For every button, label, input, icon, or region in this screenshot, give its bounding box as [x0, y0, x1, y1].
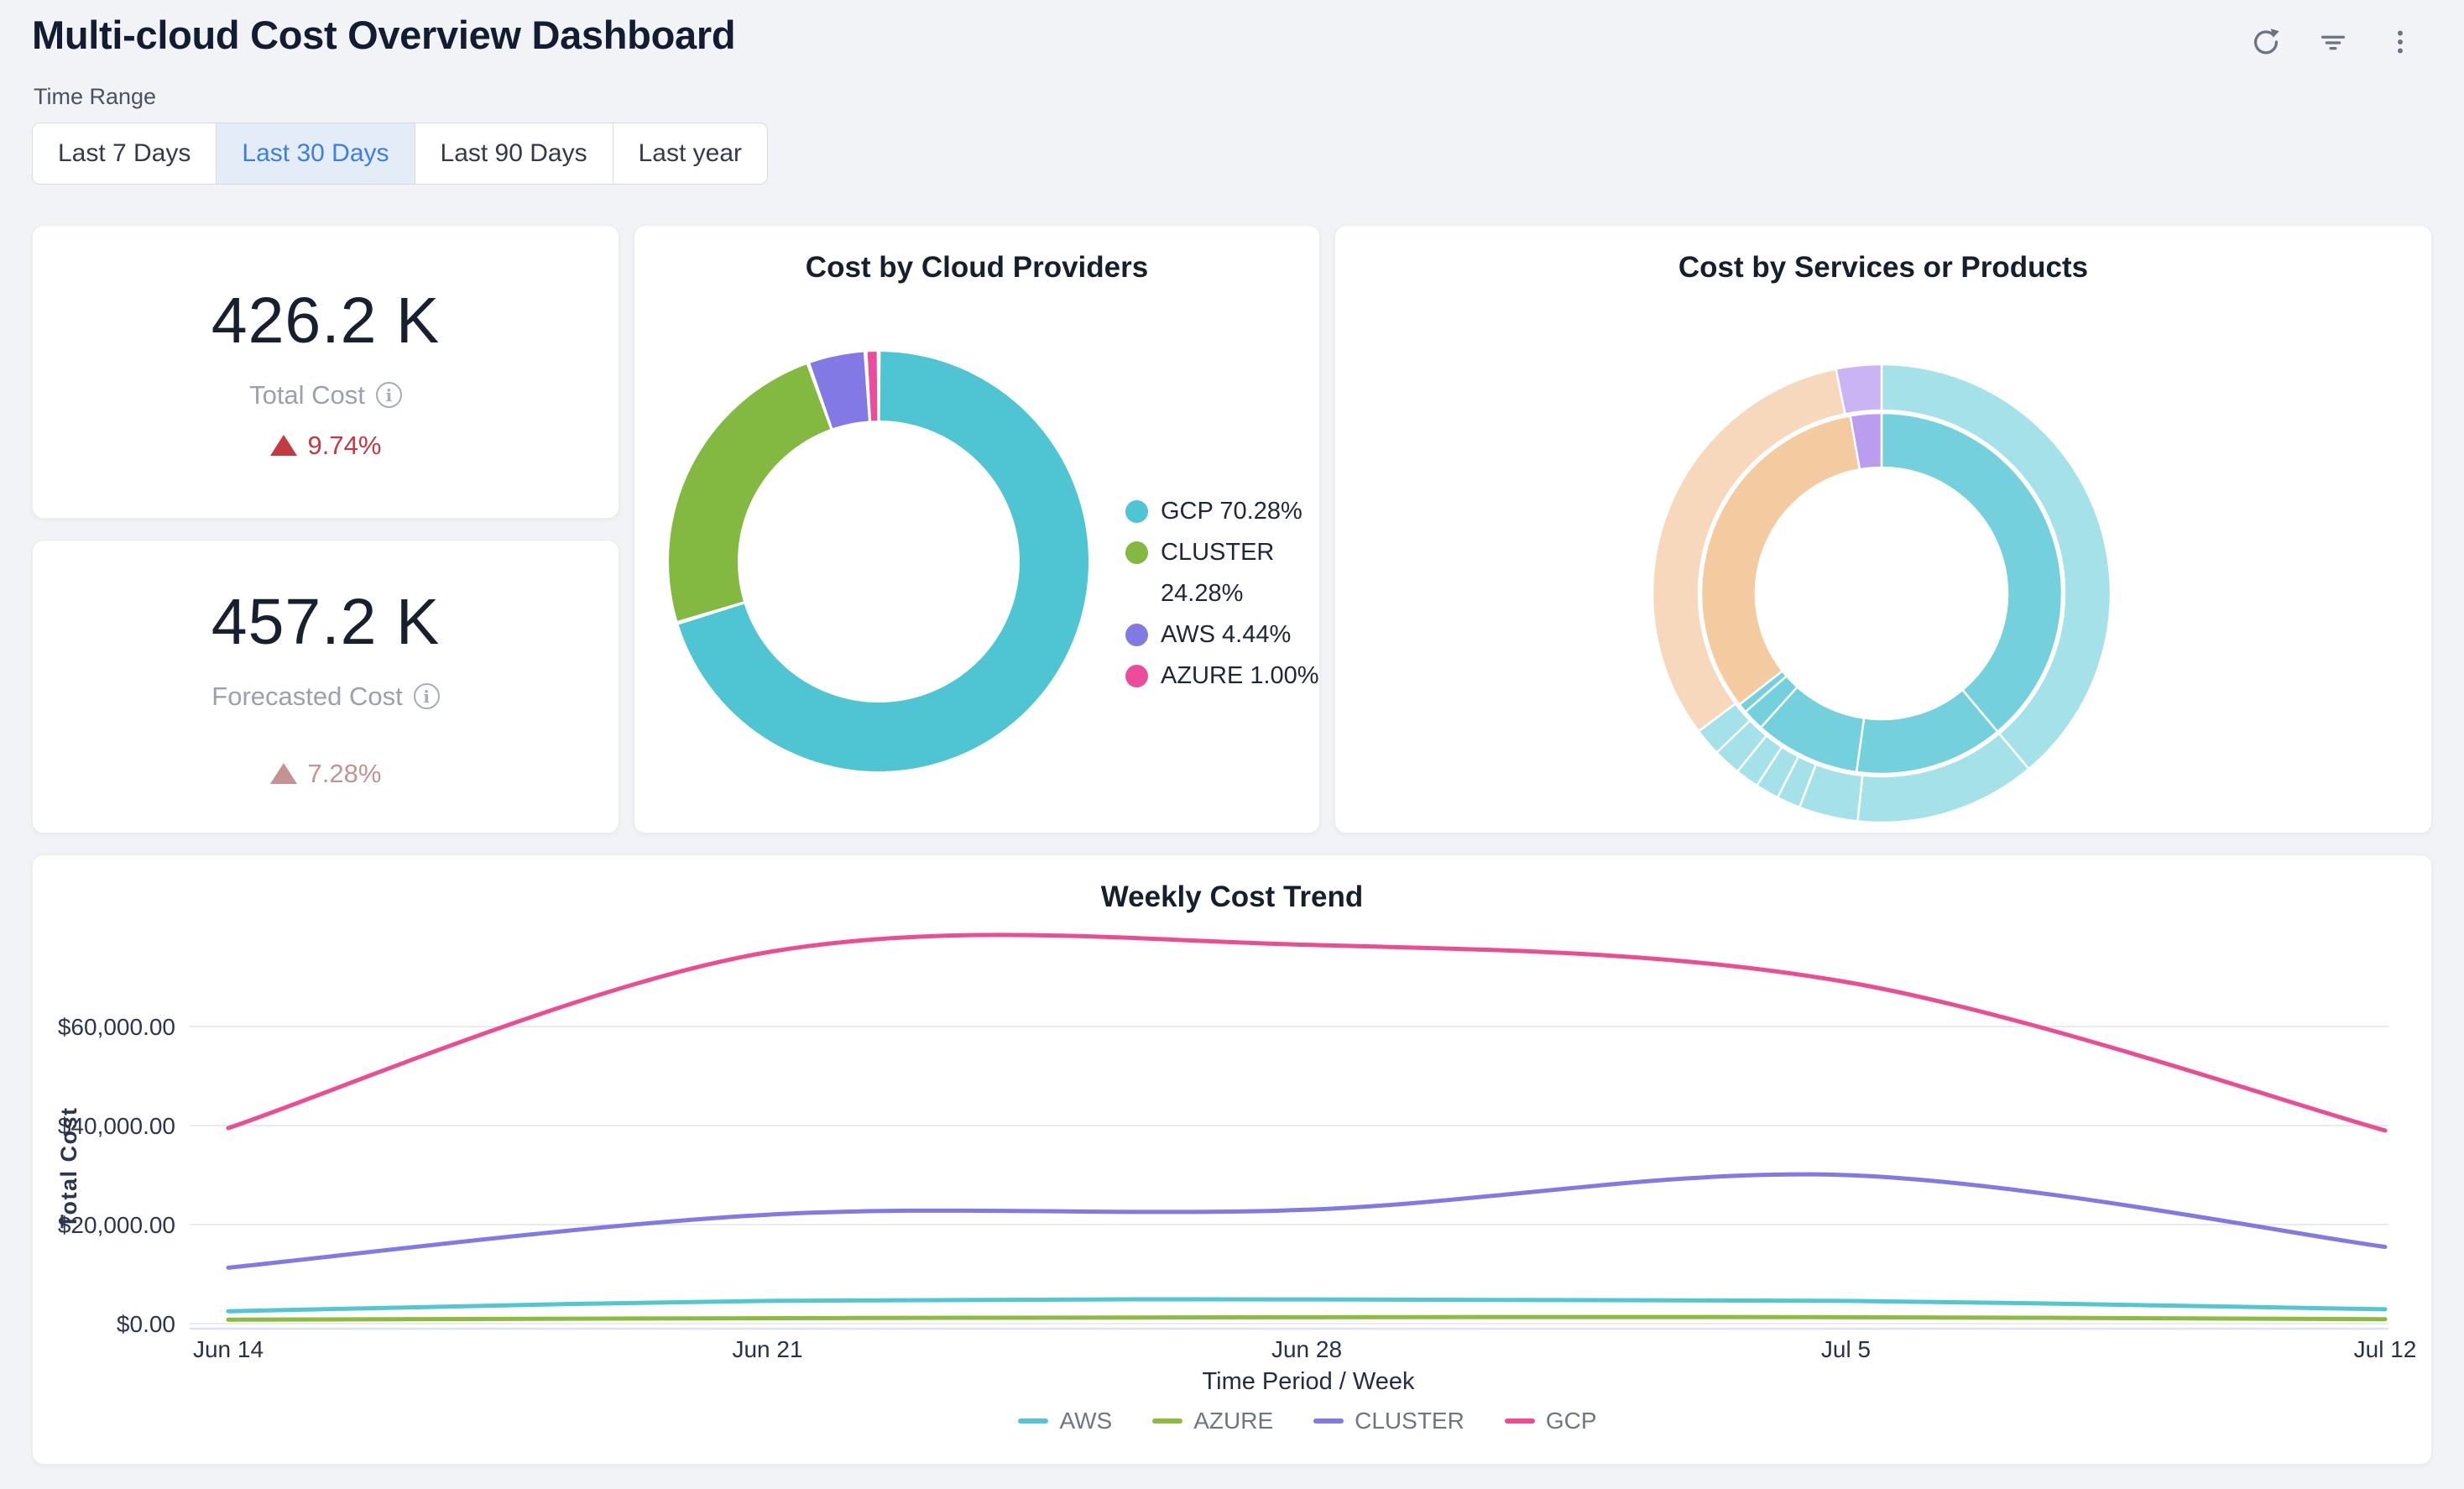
weekly-cost-trend-card: Weekly Cost Trend $0.00$20,000.00$40,000… [32, 854, 2432, 1465]
legend-item-AWS[interactable]: AWS [1018, 1408, 1112, 1434]
kpi-label-row: Total Cost i [249, 380, 402, 410]
kpi-delta-value: 7.28% [308, 759, 382, 789]
donut-segment-AZURE[interactable] [868, 352, 878, 421]
x-axis-tick-label: Jul 5 [1821, 1336, 1871, 1362]
legend-item-GCP[interactable]: GCP [1505, 1408, 1597, 1434]
trend-line-CLUSTER[interactable] [228, 1174, 2385, 1267]
legend-item-CLUSTER[interactable]: CLUSTER [1313, 1408, 1464, 1434]
page-title: Multi-cloud Cost Overview Dashboard [32, 12, 735, 58]
header-actions [2246, 22, 2420, 62]
x-axis-tick-label: Jun 28 [1271, 1336, 1342, 1362]
arrow-up-icon [270, 435, 297, 456]
kpi-card-forecasted-cost: 457.2 K Forecasted Cost i 7.28% [32, 540, 619, 833]
trend-line-AWS[interactable] [228, 1299, 2385, 1311]
cost-by-services-card: Cost by Services or Products [1334, 225, 2432, 833]
kpi-value: 426.2 K [211, 284, 440, 358]
kpi-label: Total Cost [249, 380, 365, 410]
legend-label: GCP [1546, 1408, 1597, 1434]
legend-dash-icon [1152, 1418, 1182, 1424]
legend-dash-icon [1313, 1418, 1344, 1424]
kpi-value: 457.2 K [211, 585, 440, 660]
time-range-button[interactable]: Last 7 Days [33, 123, 216, 184]
time-range-button[interactable]: Last 90 Days [415, 123, 613, 184]
trend-line-AZURE[interactable] [228, 1317, 2385, 1319]
cost-by-cloud-providers-card: Cost by Cloud Providers GCP 70.28%CLUSTE… [634, 225, 1320, 833]
legend-label: AWS [1059, 1408, 1112, 1434]
x-axis-tick-label: Jun 14 [193, 1336, 264, 1362]
donut-legend: GCP 70.28%CLUSTER 24.28%AWS 4.44%AZURE 1… [1125, 491, 1327, 697]
legend-label: CLUSTER 24.28% [1161, 532, 1324, 614]
legend-dot-icon [1125, 624, 1148, 646]
filter-button[interactable] [2313, 22, 2353, 62]
legend-item-AWS[interactable]: AWS 4.44% [1125, 614, 1327, 656]
kebab-menu-icon [2383, 24, 2418, 60]
refresh-icon [2248, 24, 2284, 60]
x-axis-title: Time Period / Week [1202, 1368, 1415, 1395]
legend-dot-icon [1125, 665, 1148, 687]
more-options-button[interactable] [2380, 22, 2420, 62]
refresh-button[interactable] [2246, 22, 2286, 62]
sunburst-segment-outer[interactable] [1836, 364, 1882, 414]
legend-item-CLUSTER[interactable]: CLUSTER 24.28% [1125, 532, 1327, 614]
time-range-button[interactable]: Last 30 Days [216, 123, 414, 184]
legend-label: AZURE [1193, 1408, 1273, 1434]
sunburst-chart[interactable] [1335, 226, 2433, 834]
kpi-label-row: Forecasted Cost i [211, 682, 439, 712]
legend-label: AZURE 1.00% [1161, 656, 1324, 697]
y-axis-tick-label: $0.00 [117, 1311, 175, 1337]
legend-dot-icon [1125, 500, 1148, 523]
legend-dot-icon [1125, 541, 1148, 564]
legend-item-AZURE[interactable]: AZURE 1.00% [1125, 656, 1327, 697]
x-axis-tick-label: Jun 21 [732, 1336, 802, 1362]
y-axis-title: Total Cost [56, 1107, 81, 1229]
time-range-label: Time Range [34, 84, 156, 110]
legend-dash-icon [1505, 1418, 1535, 1424]
legend-item-AZURE[interactable]: AZURE [1152, 1408, 1273, 1434]
info-icon[interactable]: i [414, 683, 440, 709]
x-axis-tick-label: Jul 12 [2354, 1336, 2417, 1362]
arrow-up-icon [270, 763, 297, 784]
legend-label: CLUSTER [1355, 1408, 1464, 1434]
legend-label: AWS 4.44% [1161, 614, 1324, 656]
info-icon[interactable]: i [376, 382, 402, 408]
trend-line-GCP[interactable] [228, 935, 2385, 1131]
kpi-delta-row: 7.28% [270, 759, 382, 789]
legend-item-GCP[interactable]: GCP 70.28% [1125, 491, 1327, 532]
filter-icon [2315, 24, 2351, 60]
kpi-card-total-cost: 426.2 K Total Cost i 9.74% [32, 225, 619, 519]
line-chart-legend: AWS AZURE CLUSTER GCP [108, 1408, 2464, 1434]
time-range-button[interactable]: Last year [613, 123, 767, 184]
donut-segment-CLUSTER[interactable] [669, 364, 830, 620]
kpi-delta-row: 9.74% [270, 431, 382, 461]
time-range-group: Last 7 DaysLast 30 DaysLast 90 DaysLast … [32, 123, 768, 185]
y-axis-tick-label: $60,000.00 [58, 1014, 175, 1040]
line-chart[interactable]: $0.00$20,000.00$40,000.00$60,000.00Jun 1… [33, 855, 2433, 1465]
kpi-label: Forecasted Cost [211, 682, 402, 712]
legend-label: GCP 70.28% [1161, 491, 1324, 532]
kpi-delta-value: 9.74% [308, 431, 382, 461]
legend-dash-icon [1018, 1418, 1048, 1424]
